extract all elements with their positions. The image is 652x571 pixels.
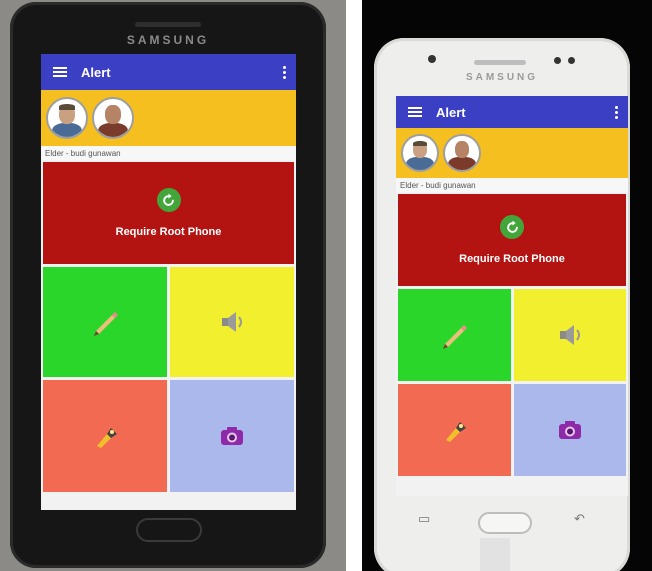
contacts-bar	[41, 90, 296, 146]
selected-contact-label: Elder - budi gunawan	[396, 178, 628, 192]
front-camera-icon	[428, 55, 436, 63]
brand-logo: SAMSUNG	[126, 33, 210, 47]
note-tile[interactable]	[398, 289, 511, 381]
pencil-icon	[443, 325, 468, 349]
avatar[interactable]	[401, 134, 439, 172]
brand-logo: SAMSUNG	[465, 72, 539, 83]
camera-tile[interactable]	[170, 380, 294, 492]
action-grid	[398, 289, 626, 476]
sensor-icon	[554, 57, 561, 64]
sound-tile[interactable]	[513, 289, 626, 381]
camera-tile[interactable]	[513, 384, 626, 476]
phone-screen: Alert Elder - budi gunawan Require Root …	[41, 54, 296, 510]
app-bar: Alert	[396, 96, 628, 128]
flashlight-icon	[97, 428, 117, 448]
avatar[interactable]	[46, 97, 88, 139]
note-tile[interactable]	[43, 267, 167, 377]
hamburger-menu-icon[interactable]	[408, 107, 422, 117]
require-root-label: Require Root Phone	[459, 253, 565, 265]
earpiece-speaker	[474, 60, 526, 65]
home-button[interactable]	[136, 518, 202, 542]
overflow-menu-icon[interactable]	[283, 54, 286, 90]
flashlight-icon	[446, 422, 467, 442]
sound-tile[interactable]	[170, 267, 294, 377]
earpiece-speaker	[135, 22, 201, 27]
phone-screen: Alert Elder - budi gunawan Require Root …	[396, 96, 628, 496]
recent-apps-icon[interactable]: ▭	[418, 511, 430, 527]
app-title: Alert	[436, 104, 466, 120]
left-photo: SAMSUNG Alert Elder - budi gunawan Requi…	[0, 0, 346, 571]
require-root-tile[interactable]: Require Root Phone	[398, 194, 626, 286]
require-root-label: Require Root Phone	[115, 226, 222, 238]
refresh-icon	[500, 215, 524, 239]
avatar[interactable]	[92, 97, 134, 139]
overflow-menu-icon[interactable]	[615, 96, 618, 128]
phone-frame-right: SAMSUNG Alert Elder - budi gunawan Requi…	[374, 38, 630, 571]
sensor-icon	[568, 57, 575, 64]
app-title: Alert	[81, 64, 111, 80]
app-bar: Alert	[41, 54, 296, 90]
phone-frame-left: SAMSUNG Alert Elder - budi gunawan Requi…	[10, 2, 326, 568]
avatar[interactable]	[443, 134, 481, 172]
flashlight-tile[interactable]	[398, 384, 511, 476]
pencil-icon	[94, 312, 118, 336]
contacts-bar	[396, 128, 628, 178]
right-photo: SAMSUNG Alert Elder - budi gunawan Requi…	[362, 0, 652, 571]
selected-contact-label: Elder - budi gunawan	[41, 146, 296, 160]
camera-icon	[221, 427, 243, 445]
require-root-tile[interactable]: Require Root Phone	[43, 162, 294, 264]
back-icon[interactable]: ↶	[574, 511, 585, 527]
flashlight-tile[interactable]	[43, 380, 167, 492]
speaker-icon	[222, 312, 242, 332]
camera-icon	[558, 421, 581, 439]
hamburger-menu-icon[interactable]	[53, 67, 67, 77]
home-button[interactable]	[478, 512, 532, 534]
action-grid	[43, 267, 294, 492]
speaker-icon	[559, 325, 580, 345]
refresh-icon	[156, 188, 181, 212]
usb-cable	[480, 538, 510, 571]
